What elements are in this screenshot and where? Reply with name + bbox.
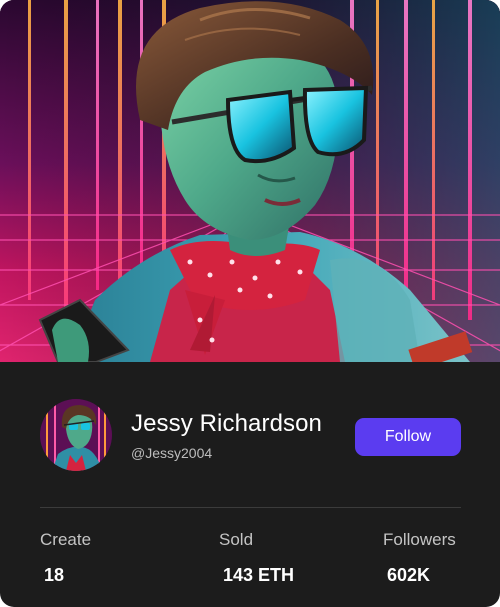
- stat-label-sold: Sold: [219, 530, 254, 549]
- stat-value-sold: 143 ETH: [223, 565, 295, 585]
- profile-card: Jessy Richardson @Jessy2004 Follow Creat…: [0, 0, 500, 607]
- cover-artwork: [0, 0, 500, 362]
- divider: [40, 507, 461, 508]
- stat-label-create: Create: [40, 530, 92, 549]
- follow-button[interactable]: Follow: [355, 418, 461, 456]
- stat-value-followers: 602K: [387, 565, 431, 585]
- stat-label-followers: Followers: [383, 530, 456, 549]
- profile-name: Jessy Richardson: [131, 410, 323, 437]
- avatar[interactable]: [40, 399, 112, 471]
- profile-handle: @Jessy2004: [131, 445, 213, 461]
- stat-value-create: 18: [44, 565, 65, 585]
